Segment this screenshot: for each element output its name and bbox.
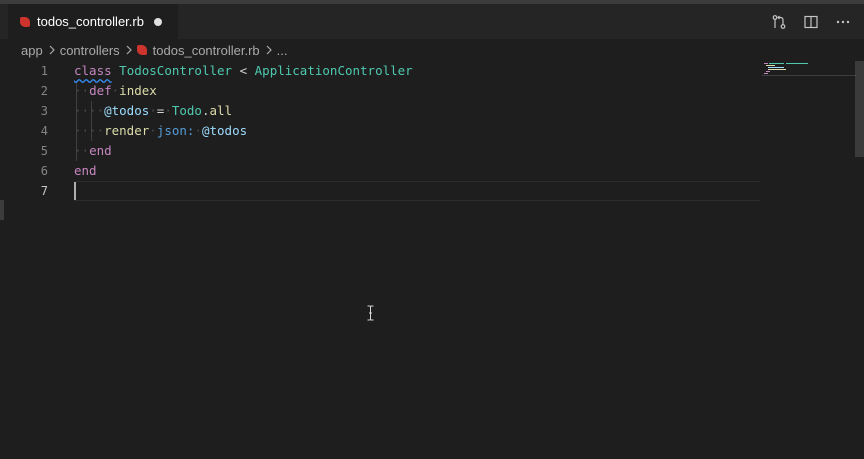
- line-number: 1: [40, 64, 48, 78]
- current-line-highlight: [74, 181, 760, 201]
- line-number: 6: [40, 164, 48, 178]
- code-token: def: [89, 83, 112, 98]
- code-token: end: [89, 143, 112, 158]
- minimap-line: [766, 65, 775, 66]
- chevron-right-icon: [48, 45, 56, 55]
- code-line[interactable]: ··def·index: [74, 81, 157, 101]
- code-token: ·: [149, 123, 157, 138]
- line-number: 2: [40, 84, 48, 98]
- line-number: 3: [40, 104, 48, 118]
- minimap-viewport-edge: [762, 75, 856, 76]
- code-token: json:: [156, 123, 195, 138]
- breadcrumb-file-label: todos_controller.rb: [152, 42, 260, 58]
- text-ibeam-cursor-icon: [367, 305, 374, 321]
- minimap[interactable]: [762, 61, 856, 91]
- split-editor-icon: [804, 15, 818, 28]
- code-token: index: [119, 83, 157, 98]
- minimap-line: [766, 71, 770, 72]
- code-line[interactable]: end: [74, 161, 97, 181]
- more-actions-button[interactable]: [830, 9, 856, 35]
- unsaved-dot-icon[interactable]: [153, 17, 162, 26]
- code-token: class: [74, 63, 112, 78]
- editor-actions: [766, 4, 856, 39]
- open-changes-icon: [772, 14, 786, 29]
- code-token: .: [201, 103, 210, 118]
- chevron-right-icon: [125, 45, 133, 55]
- minimap-line: [764, 73, 768, 74]
- code-token: <: [239, 63, 248, 78]
- code-token: Todo: [171, 103, 202, 118]
- ruby-icon: [20, 16, 30, 27]
- code-token: TodosController: [119, 63, 233, 78]
- ruby-icon: [136, 45, 147, 55]
- open-changes-button[interactable]: [766, 9, 792, 35]
- minimap-line: [786, 63, 808, 64]
- breadcrumb-item-file[interactable]: todos_controller.rb: [136, 42, 260, 58]
- minimap-line: [769, 63, 784, 64]
- code-line[interactable]: ····render·json:·@todos: [74, 121, 247, 141]
- code-editor[interactable]: 1 2 3 4 5 6 7 class TodosController < Applicat…: [0, 61, 864, 459]
- tab-bar: todos_controller.rb: [0, 4, 864, 39]
- code-token: end: [74, 163, 97, 178]
- line-number: 4: [40, 124, 48, 138]
- text-cursor: [74, 182, 76, 200]
- code-token: @todos: [104, 103, 150, 118]
- more-actions-icon: [836, 20, 850, 23]
- breadcrumb-item-symbols[interactable]: ...: [277, 43, 288, 58]
- code-token: ····: [74, 103, 105, 118]
- line-number: 7: [40, 184, 48, 198]
- code-token: @todos: [201, 123, 248, 138]
- breadcrumb-item-app[interactable]: app: [21, 43, 43, 58]
- code-line[interactable]: class TodosController < ApplicationContr…: [74, 61, 413, 81]
- split-editor-button[interactable]: [798, 9, 824, 35]
- line-number: 5: [40, 144, 48, 158]
- code-line[interactable]: ····@todos·=·Todo.all: [74, 101, 232, 121]
- code-line[interactable]: ··end: [74, 141, 112, 161]
- code-token: render: [104, 123, 150, 138]
- tab-title: todos_controller.rb: [37, 14, 144, 29]
- breadcrumb: app controllers todos_controller.rb ...: [0, 39, 864, 61]
- code-token: ·: [149, 103, 157, 118]
- scrollbar-thumb[interactable]: [855, 61, 864, 157]
- code-token: all: [209, 103, 233, 118]
- code-token: ··: [74, 83, 90, 98]
- code-token: ··: [74, 143, 90, 158]
- breadcrumb-item-controllers[interactable]: controllers: [60, 43, 120, 58]
- code-token: ·: [164, 103, 172, 118]
- activity-edge-marker: [0, 200, 4, 220]
- tab-todos-controller[interactable]: todos_controller.rb: [8, 4, 178, 39]
- code-token: ····: [74, 123, 105, 138]
- code-token: ·: [194, 123, 202, 138]
- minimap-line: [768, 67, 784, 68]
- minimap-line: [764, 63, 768, 64]
- minimap-line: [768, 69, 786, 70]
- code-token: ApplicationController: [254, 63, 413, 78]
- chevron-right-icon: [265, 45, 273, 55]
